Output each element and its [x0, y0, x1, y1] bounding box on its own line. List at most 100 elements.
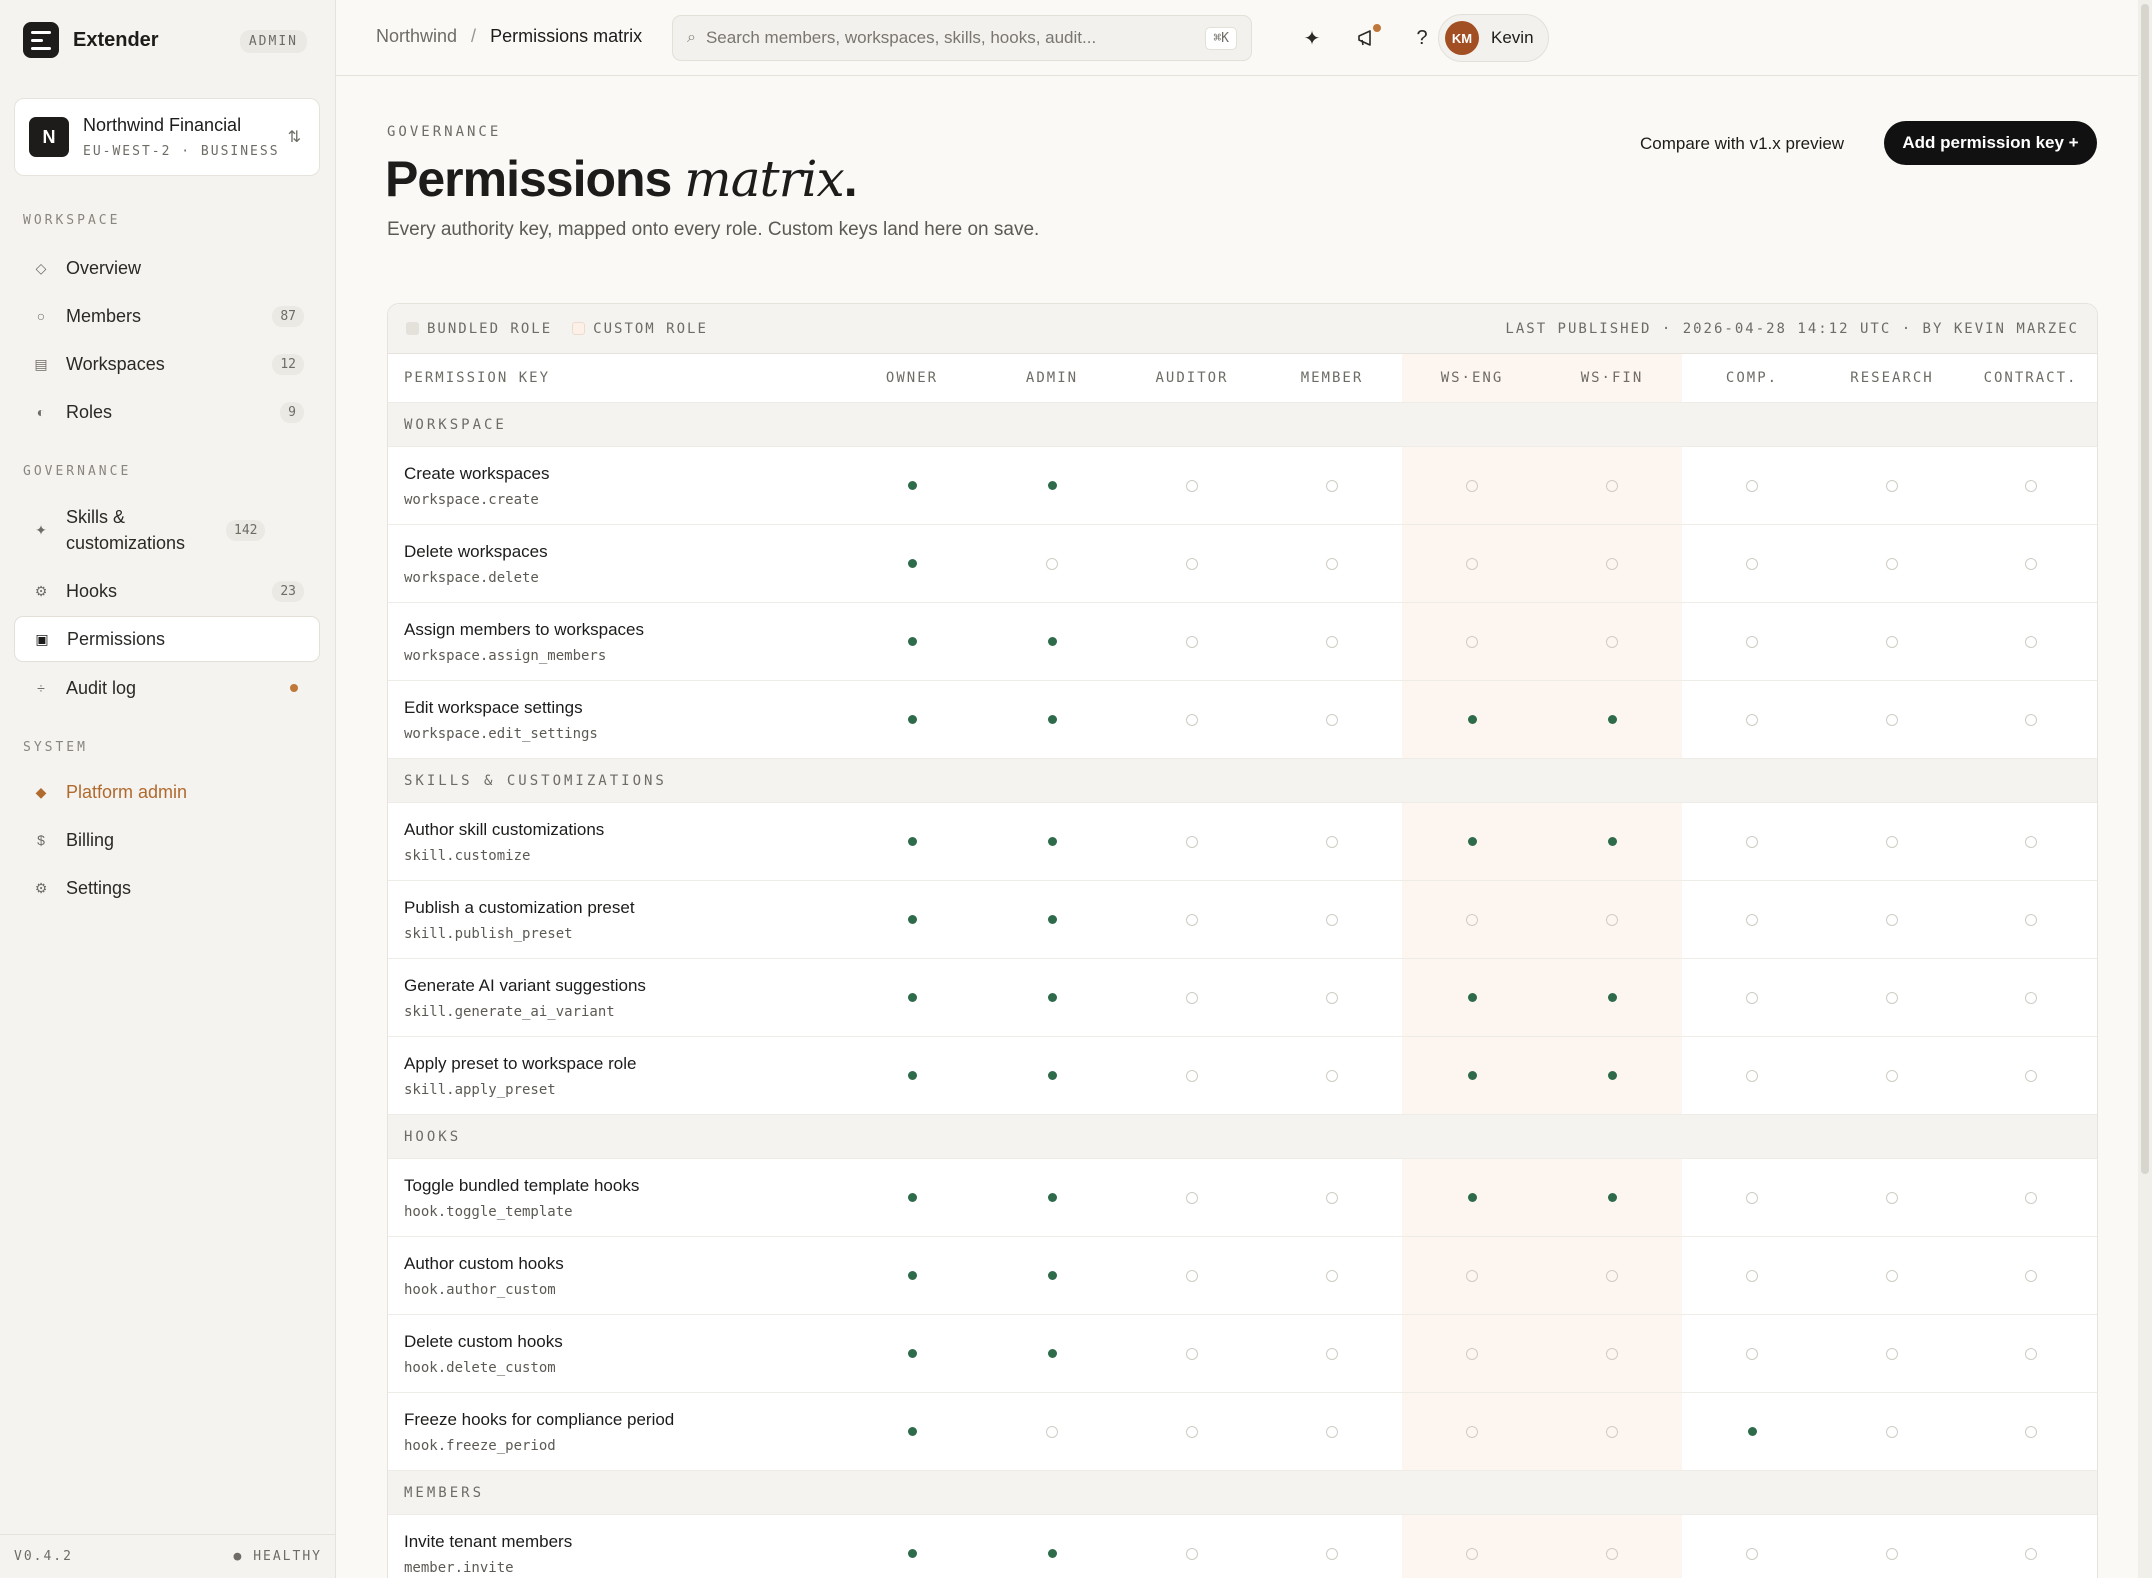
permission-cell[interactable] — [1962, 959, 2097, 1036]
sidebar-item-permissions[interactable]: ▣ Permissions — [14, 616, 320, 662]
permission-cell[interactable] — [1262, 681, 1402, 758]
permission-cell[interactable] — [1822, 1037, 1962, 1114]
sidebar-item-skills[interactable]: ✦ Skills & customizations 142 — [14, 496, 320, 564]
permission-cell[interactable] — [1682, 603, 1822, 680]
permission-cell[interactable] — [982, 881, 1122, 958]
permission-cell[interactable] — [1402, 525, 1542, 602]
permission-cell[interactable] — [1262, 1159, 1402, 1236]
permission-cell[interactable] — [1962, 1159, 2097, 1236]
permission-cell[interactable] — [1402, 603, 1542, 680]
swap-icon[interactable]: ⇅ — [288, 127, 301, 147]
permission-cell[interactable] — [1262, 1315, 1402, 1392]
permission-cell[interactable] — [1542, 1037, 1682, 1114]
permission-cell[interactable] — [842, 881, 982, 958]
permission-cell[interactable] — [1682, 959, 1822, 1036]
permission-cell[interactable] — [1402, 803, 1542, 880]
permission-cell[interactable] — [842, 1315, 982, 1392]
permission-cell[interactable] — [842, 803, 982, 880]
permission-cell[interactable] — [1682, 1393, 1822, 1470]
permission-cell[interactable] — [1122, 1237, 1262, 1314]
permission-cell[interactable] — [1822, 1515, 1962, 1578]
permission-cell[interactable] — [1262, 1237, 1402, 1314]
permission-cell[interactable] — [1542, 1159, 1682, 1236]
permission-cell[interactable] — [1122, 803, 1262, 880]
permission-cell[interactable] — [1262, 803, 1402, 880]
permission-cell[interactable] — [1682, 1315, 1822, 1392]
permission-cell[interactable] — [1822, 681, 1962, 758]
sidebar-item-members[interactable]: ○ Members 87 — [14, 293, 320, 339]
permission-cell[interactable] — [1402, 1159, 1542, 1236]
permission-cell[interactable] — [982, 1159, 1122, 1236]
permission-cell[interactable] — [1122, 959, 1262, 1036]
permission-cell[interactable] — [982, 681, 1122, 758]
sidebar-item-workspaces[interactable]: ▤ Workspaces 12 — [14, 341, 320, 387]
permission-cell[interactable] — [1962, 447, 2097, 524]
permission-cell[interactable] — [1402, 681, 1542, 758]
sparkle-icon[interactable]: ✦ — [1294, 20, 1330, 56]
brand[interactable]: Extender — [23, 22, 159, 58]
permission-cell[interactable] — [1122, 1159, 1262, 1236]
permission-cell[interactable] — [1822, 1315, 1962, 1392]
column-header-role[interactable]: MEMBER — [1262, 354, 1402, 402]
column-header-role[interactable]: WS·FIN — [1542, 354, 1682, 402]
permission-cell[interactable] — [842, 1037, 982, 1114]
permission-cell[interactable] — [1822, 1159, 1962, 1236]
permission-cell[interactable] — [1682, 881, 1822, 958]
permission-cell[interactable] — [1822, 881, 1962, 958]
permission-cell[interactable] — [982, 803, 1122, 880]
permission-cell[interactable] — [1542, 1237, 1682, 1314]
column-header-role[interactable]: ADMIN — [982, 354, 1122, 402]
permission-cell[interactable] — [1962, 881, 2097, 958]
column-header-role[interactable]: CONTRACT. — [1962, 354, 2097, 402]
permission-cell[interactable] — [982, 447, 1122, 524]
permission-cell[interactable] — [1542, 1393, 1682, 1470]
permission-cell[interactable] — [1402, 881, 1542, 958]
help-icon[interactable]: ? — [1404, 20, 1440, 56]
permission-cell[interactable] — [1542, 881, 1682, 958]
sidebar-item-platform-admin[interactable]: ◆ Platform admin — [14, 769, 320, 815]
search-input[interactable]: ⌕ Search members, workspaces, skills, ho… — [672, 15, 1252, 61]
scrollbar[interactable] — [2138, 0, 2152, 1578]
permission-cell[interactable] — [1122, 881, 1262, 958]
permission-cell[interactable] — [1822, 1393, 1962, 1470]
permission-cell[interactable] — [1262, 1393, 1402, 1470]
permission-cell[interactable] — [1262, 959, 1402, 1036]
permission-cell[interactable] — [1122, 1315, 1262, 1392]
permission-cell[interactable] — [842, 525, 982, 602]
permission-cell[interactable] — [982, 1237, 1122, 1314]
permission-cell[interactable] — [1542, 803, 1682, 880]
permission-cell[interactable] — [842, 447, 982, 524]
breadcrumb-root[interactable]: Northwind — [376, 26, 457, 47]
permission-cell[interactable] — [1542, 959, 1682, 1036]
permission-cell[interactable] — [1122, 447, 1262, 524]
permission-cell[interactable] — [1542, 447, 1682, 524]
permission-cell[interactable] — [1542, 1515, 1682, 1578]
permission-cell[interactable] — [1402, 447, 1542, 524]
sidebar-item-hooks[interactable]: ⚙ Hooks 23 — [14, 568, 320, 614]
permission-cell[interactable] — [1962, 803, 2097, 880]
permission-cell[interactable] — [1402, 1037, 1542, 1114]
tenant-switcher[interactable]: N Northwind Financial EU-WEST-2 · BUSINE… — [14, 98, 320, 176]
permission-cell[interactable] — [982, 1315, 1122, 1392]
permission-cell[interactable] — [1682, 1515, 1822, 1578]
permission-cell[interactable] — [1962, 1393, 2097, 1470]
permission-cell[interactable] — [982, 1037, 1122, 1114]
compare-preview-button[interactable]: Compare with v1.x preview — [1622, 122, 1862, 166]
permission-cell[interactable] — [842, 1159, 982, 1236]
permission-cell[interactable] — [1262, 881, 1402, 958]
permission-cell[interactable] — [1542, 681, 1682, 758]
permission-cell[interactable] — [842, 1515, 982, 1578]
permission-cell[interactable] — [1682, 1037, 1822, 1114]
permission-cell[interactable] — [1402, 1237, 1542, 1314]
permission-cell[interactable] — [1402, 959, 1542, 1036]
permission-cell[interactable] — [1122, 1393, 1262, 1470]
permission-cell[interactable] — [1682, 803, 1822, 880]
sidebar-item-roles[interactable]: ◐ Roles 9 — [14, 389, 320, 435]
column-header-role[interactable]: RESEARCH — [1822, 354, 1962, 402]
permission-cell[interactable] — [1122, 1037, 1262, 1114]
permission-cell[interactable] — [982, 959, 1122, 1036]
permission-cell[interactable] — [1682, 681, 1822, 758]
column-header-role[interactable]: OWNER — [842, 354, 982, 402]
permission-cell[interactable] — [982, 1393, 1122, 1470]
permission-cell[interactable] — [1262, 1515, 1402, 1578]
